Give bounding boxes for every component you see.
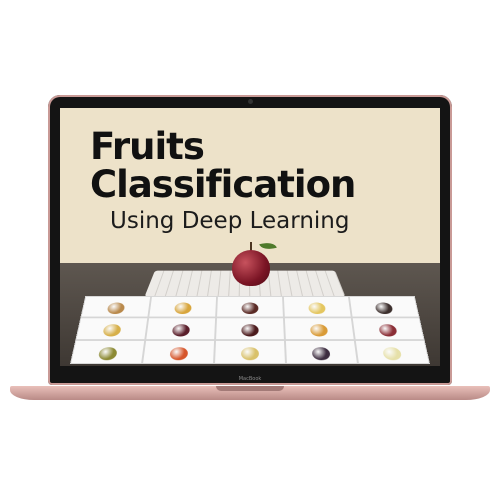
slide-subtitle: Using Deep Learning [110,208,350,234]
citrus-slice-icon [241,347,259,361]
laptop-base [10,386,490,400]
laptop-screen: Fruits Classification Using Deep Learnin… [60,108,440,366]
fruit-cell [70,340,146,364]
fig-icon [374,302,394,315]
slide-title: Fruits Classification [90,128,430,204]
apple-icon [232,250,270,286]
title-line-2: Classification [90,163,356,206]
pepper-icon [308,302,326,315]
lid-notch [216,386,284,391]
pear-icon [106,302,126,315]
fruit-cell [348,296,420,318]
fruit-cell [215,317,285,341]
pear-icon [174,302,192,315]
plum-icon [171,324,191,337]
fruit-cell [216,296,284,318]
fruit-cell [283,317,355,341]
plum-icon [241,302,259,315]
plum-icon [241,324,259,337]
camera-icon [247,99,253,104]
tomato-icon [169,347,189,361]
fruit-cell [354,340,430,364]
title-line-1: Fruits [90,125,205,168]
fruit-cell [145,317,217,341]
apricot-icon [309,324,329,337]
laptop-lid: Fruits Classification Using Deep Learnin… [48,95,452,385]
leaf-icon [259,240,277,252]
fruit-cell [148,296,218,318]
fruit-grid [70,296,430,364]
fruit-cell [351,317,425,341]
fruit-cell [80,296,152,318]
fig-icon [311,347,331,361]
raspberry-icon [378,324,398,337]
fruit-cell [284,340,358,364]
fruit-cell [214,340,286,364]
melon-slice-icon [382,347,403,361]
quince-icon [102,324,122,337]
brand-label: MacBook [238,376,262,382]
fruit-cell [75,317,149,341]
lime-icon [97,347,118,361]
fruit-cell [142,340,216,364]
fruit-cell [282,296,352,318]
